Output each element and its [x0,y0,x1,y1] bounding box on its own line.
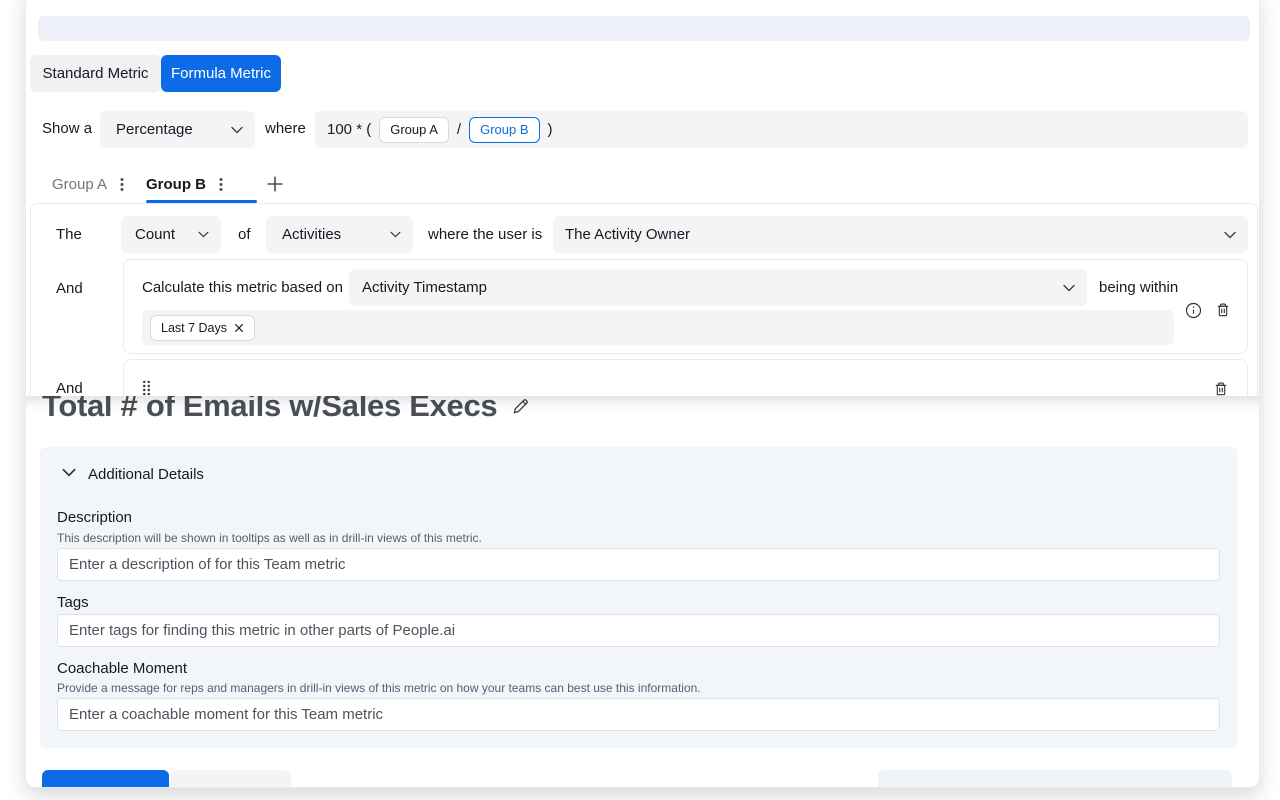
of-label: of [238,226,251,243]
tab-formula-metric[interactable]: Formula Metric [161,55,281,92]
primary-action-button[interactable] [42,770,169,788]
show-a-label: Show a [42,120,92,137]
add-group-plus-icon[interactable] [264,173,286,195]
where-user-label: where the user is [428,226,542,243]
chevron-down-icon [231,126,243,134]
formula-expression-field: 100 * ( Group A / Group B ) [315,111,1248,148]
condition-builder-panel: The Count of Activities where the user i… [30,203,1258,396]
group-a-chip[interactable]: Group A [379,117,449,143]
description-helper: This description will be shown in toolti… [57,531,482,545]
edit-pencil-icon[interactable] [511,397,530,416]
info-icon[interactable] [1184,301,1202,319]
divide-operator: / [457,121,461,138]
tags-input[interactable] [57,614,1220,647]
group-b-kebab-menu-icon[interactable] [219,177,223,192]
tags-label: Tags [57,594,89,611]
collapse-chevron-icon[interactable] [62,468,76,477]
timeframe-value-field[interactable]: Last 7 Days [142,310,1174,345]
tertiary-action-button[interactable] [878,770,1232,788]
coachable-moment-helper: Provide a message for reps and managers … [57,681,701,695]
chevron-down-icon [1063,284,1075,292]
additional-details-panel: Additional Details Description This desc… [40,447,1237,748]
tab-standard-metric[interactable]: Standard Metric [30,55,161,92]
being-within-label: being within [1099,279,1178,296]
additional-details-title[interactable]: Additional Details [88,466,204,483]
coachable-moment-input[interactable] [57,698,1220,731]
trash-icon[interactable] [1212,380,1230,396]
where-label: where [265,120,306,137]
display-type-select[interactable]: Percentage [100,111,255,148]
expression-suffix: ) [548,121,553,138]
chevron-down-icon [198,231,209,238]
chevron-down-icon [390,231,401,238]
chevron-down-icon [1224,231,1236,239]
coachable-moment-label: Coachable Moment [57,660,187,677]
group-tab-a[interactable]: Group A [52,169,124,199]
metric-builder-panel: Standard Metric Formula Metric Show a Pe… [25,0,1260,396]
timeframe-condition-box: Calculate this metric based on Activity … [123,259,1248,354]
drag-handle-icon[interactable] [142,380,151,396]
description-input[interactable] [57,548,1220,581]
group-b-chip[interactable]: Group B [469,117,539,143]
metric-editor-card: Total # of Emails w/Sales Execs Addition… [25,0,1260,788]
timestamp-field-select[interactable]: Activity Timestamp [349,269,1087,306]
the-label: The [56,226,82,243]
group-tab-b[interactable]: Group B [146,169,223,199]
empty-condition-box [123,359,1248,396]
trash-icon[interactable] [1214,301,1232,319]
expression-prefix: 100 * ( [327,121,371,138]
and-connector-label: And [56,280,83,297]
aggregation-select[interactable]: Count [121,216,221,253]
based-on-label: Calculate this metric based on [142,279,343,296]
group-a-kebab-menu-icon[interactable] [120,177,124,192]
top-banner-strip [38,16,1250,41]
and-connector-label: And [56,380,83,396]
user-role-select[interactable]: The Activity Owner [553,216,1248,253]
object-select[interactable]: Activities [266,216,413,253]
secondary-action-button[interactable] [171,770,291,788]
close-icon[interactable] [234,323,244,333]
description-label: Description [57,509,132,526]
time-range-chip[interactable]: Last 7 Days [150,315,255,341]
